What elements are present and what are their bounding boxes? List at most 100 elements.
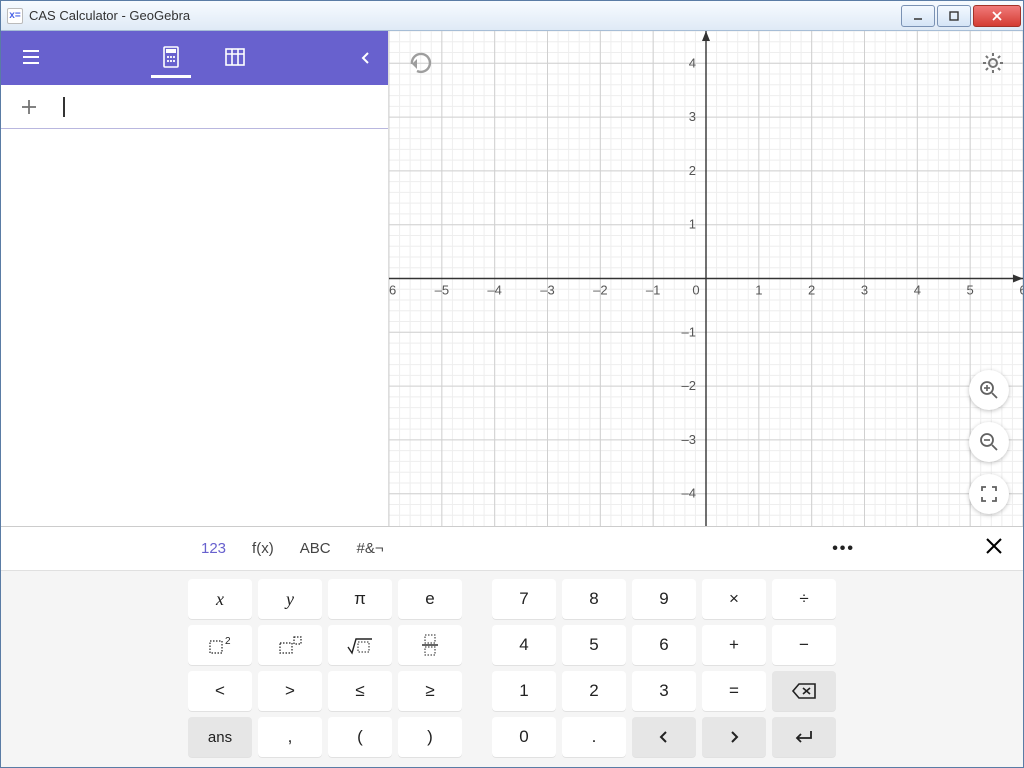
grid-canvas[interactable]: –6–5–4–3–2–10123456–4–3–2–11234 [389, 31, 1023, 526]
chevron-left-icon [657, 730, 671, 744]
app-window: x= CAS Calculator - GeoGebra [0, 0, 1024, 768]
zoom-controls [969, 370, 1009, 514]
key-div[interactable]: ÷ [772, 579, 836, 619]
key-minus[interactable]: − [772, 625, 836, 665]
fullscreen-icon [980, 485, 998, 503]
zoom-out-button[interactable] [969, 422, 1009, 462]
key-6[interactable]: 6 [632, 625, 696, 665]
square-icon: 2 [206, 635, 234, 655]
keyboard-tab-123[interactable]: 123 [201, 540, 226, 557]
key-dot[interactable]: . [562, 717, 626, 757]
add-row-button[interactable] [1, 98, 57, 116]
app-body: –6–5–4–3–2–10123456–4–3–2–11234 [1, 31, 1023, 767]
key-sqrt[interactable] [328, 625, 392, 665]
svg-text:–6: –6 [389, 283, 396, 298]
svg-text:–4: –4 [487, 283, 501, 298]
key-8[interactable]: 8 [562, 579, 626, 619]
table-tab[interactable] [215, 38, 255, 78]
keyboard-tab-sym[interactable]: #&¬ [357, 540, 384, 557]
cas-blank-area[interactable] [1, 129, 388, 526]
key-9[interactable]: 9 [632, 579, 696, 619]
key-enter[interactable] [772, 717, 836, 757]
key-backspace[interactable] [772, 671, 836, 711]
text-cursor [63, 97, 65, 117]
collapse-panel-button[interactable] [354, 46, 378, 70]
key-7[interactable]: 7 [492, 579, 556, 619]
key-lt[interactable]: < [188, 671, 252, 711]
key-right[interactable] [702, 717, 766, 757]
cas-tab[interactable] [151, 38, 191, 78]
keyboard-keys: x y π e 2 < [1, 571, 1023, 767]
graphics-view[interactable]: –6–5–4–3–2–10123456–4–3–2–11234 [389, 31, 1023, 526]
window-controls [899, 5, 1021, 27]
keyboard-tab-abc[interactable]: ABC [300, 540, 331, 557]
key-ans[interactable]: ans [188, 717, 252, 757]
cas-header [1, 31, 388, 85]
svg-text:2: 2 [808, 283, 815, 298]
keyboard-right-block: 7 8 9 × ÷ 4 5 6 + − 1 2 3 = [492, 579, 836, 757]
svg-text:3: 3 [861, 283, 868, 298]
zoom-in-button[interactable] [969, 370, 1009, 410]
key-square[interactable]: 2 [188, 625, 252, 665]
virtual-keyboard: 123 f(x) ABC #&¬ ••• x y π e [1, 526, 1023, 767]
maximize-button[interactable] [937, 5, 971, 27]
fraction-icon [419, 634, 441, 656]
svg-text:–2: –2 [593, 283, 607, 298]
svg-text:4: 4 [914, 283, 921, 298]
keyboard-left-block: x y π e 2 < [188, 579, 462, 757]
svg-text:2: 2 [689, 163, 696, 178]
key-2[interactable]: 2 [562, 671, 626, 711]
svg-text:–2: –2 [682, 378, 696, 393]
menu-button[interactable] [11, 38, 51, 78]
key-ge[interactable]: ≥ [398, 671, 462, 711]
titlebar-left: x= CAS Calculator - GeoGebra [1, 8, 190, 24]
undo-button[interactable] [403, 47, 435, 79]
close-button[interactable] [973, 5, 1021, 27]
fullscreen-button[interactable] [969, 474, 1009, 514]
key-x[interactable]: x [188, 579, 252, 619]
svg-text:–1: –1 [682, 324, 696, 339]
titlebar[interactable]: x= CAS Calculator - GeoGebra [1, 1, 1023, 31]
cas-panel [1, 31, 389, 526]
key-gt[interactable]: > [258, 671, 322, 711]
key-power[interactable] [258, 625, 322, 665]
close-icon [985, 537, 1003, 555]
key-rparen[interactable]: ) [398, 717, 462, 757]
svg-text:–3: –3 [540, 283, 554, 298]
table-icon [224, 47, 246, 67]
svg-text:6: 6 [1019, 283, 1023, 298]
svg-text:0: 0 [692, 283, 699, 298]
keyboard-tab-fx[interactable]: f(x) [252, 540, 274, 557]
settings-button[interactable] [977, 47, 1009, 79]
svg-text:1: 1 [689, 217, 696, 232]
key-mul[interactable]: × [702, 579, 766, 619]
minimize-button[interactable] [901, 5, 935, 27]
key-3[interactable]: 3 [632, 671, 696, 711]
svg-text:2: 2 [225, 636, 231, 647]
key-e[interactable]: e [398, 579, 462, 619]
key-0[interactable]: 0 [492, 717, 556, 757]
key-le[interactable]: ≤ [328, 671, 392, 711]
key-y[interactable]: y [258, 579, 322, 619]
keyboard-more-button[interactable]: ••• [832, 540, 855, 558]
key-left[interactable] [632, 717, 696, 757]
key-5[interactable]: 5 [562, 625, 626, 665]
svg-text:–3: –3 [682, 432, 696, 447]
key-fraction[interactable] [398, 625, 462, 665]
svg-text:1: 1 [755, 283, 762, 298]
key-pi[interactable]: π [328, 579, 392, 619]
keyboard-close-button[interactable] [985, 537, 1003, 560]
key-comma[interactable]: , [258, 717, 322, 757]
keyboard-tabs: 123 f(x) ABC #&¬ ••• [1, 527, 1023, 571]
key-eq[interactable]: = [702, 671, 766, 711]
svg-text:4: 4 [689, 55, 696, 70]
cas-input-row[interactable] [1, 85, 388, 129]
key-1[interactable]: 1 [492, 671, 556, 711]
key-lparen[interactable]: ( [328, 717, 392, 757]
svg-text:–1: –1 [646, 283, 660, 298]
key-4[interactable]: 4 [492, 625, 556, 665]
svg-text:5: 5 [967, 283, 974, 298]
key-plus[interactable]: + [702, 625, 766, 665]
zoom-out-icon [979, 432, 999, 452]
hamburger-icon [20, 46, 42, 68]
